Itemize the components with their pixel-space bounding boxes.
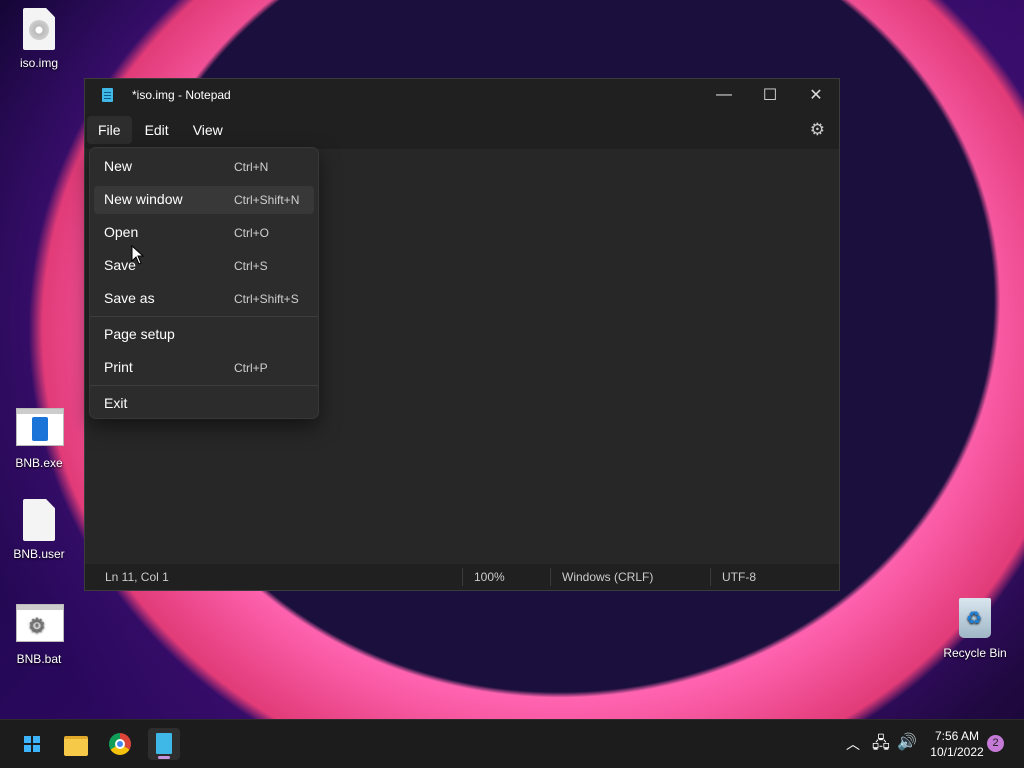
volume-icon[interactable]: 🔊 (897, 732, 917, 752)
menu-item-exit[interactable]: Exit (94, 390, 314, 418)
clock-time: 7:56 AM (934, 729, 980, 743)
menu-item-shortcut: Ctrl+P (234, 361, 268, 375)
desktop-icon-iso[interactable]: iso.img (1, 8, 77, 70)
desktop-icon-bnb-bat[interactable]: ⚙ BNB.bat (1, 600, 77, 666)
menu-item-shortcut: Ctrl+O (234, 226, 270, 240)
menu-item-shortcut: Ctrl+Shift+S (234, 292, 299, 306)
disc-image-icon (16, 8, 62, 52)
cursor-position: Ln 11, Col 1 (105, 570, 169, 584)
batch-file-icon: ⚙ (16, 604, 64, 648)
menu-item-shortcut: Ctrl+S (234, 259, 268, 273)
menu-item-save-as[interactable]: Save as Ctrl+Shift+S (94, 285, 314, 313)
network-icon[interactable]: 🖧 (872, 732, 890, 759)
settings-gear-icon[interactable]: ⚙ (810, 120, 825, 140)
line-ending: Windows (CRLF) (562, 570, 654, 584)
zoom-level: 100% (474, 570, 505, 584)
menu-item-label: New window (104, 191, 183, 207)
title-bar[interactable]: *iso.img - Notepad — ☐ ✕ (85, 79, 839, 111)
desktop-icon-label: iso.img (19, 56, 58, 70)
menu-item-shortcut: Ctrl+Shift+N (234, 193, 300, 207)
notepad-taskbar-button[interactable] (148, 728, 180, 760)
window-title: *iso.img - Notepad (132, 88, 231, 102)
menu-item-save[interactable]: Save Ctrl+S (94, 252, 314, 280)
menu-bar: File Edit View ⚙ (85, 111, 839, 149)
file-icon (16, 499, 62, 543)
menu-item-shortcut: Ctrl+N (234, 160, 269, 174)
menu-item-page-setup[interactable]: Page setup (94, 321, 314, 349)
close-button[interactable]: ✕ (793, 79, 839, 111)
desktop-icon-bnb-exe[interactable]: BNB.exe (1, 404, 77, 470)
file-explorer-button[interactable] (60, 728, 92, 760)
folder-icon (64, 736, 88, 756)
status-bar: Ln 11, Col 1 100% Windows (CRLF) UTF-8 (85, 564, 839, 590)
desktop-icon-label: Recycle Bin (943, 646, 1007, 660)
menu-view[interactable]: View (182, 116, 234, 144)
menu-item-label: New (104, 158, 133, 174)
menu-item-label: Print (104, 359, 133, 375)
minimize-button[interactable]: — (701, 79, 747, 111)
menu-item-open[interactable]: Open Ctrl+O (94, 219, 314, 247)
file-menu-dropdown: New Ctrl+N New window Ctrl+Shift+N Open … (89, 147, 319, 419)
encoding: UTF-8 (722, 570, 756, 584)
notification-badge[interactable]: 2 (987, 735, 1004, 752)
chrome-button[interactable] (104, 728, 136, 760)
desktop-icon-bnb-user[interactable]: BNB.user (1, 499, 77, 561)
menu-item-label: Open (104, 224, 139, 240)
menu-separator (90, 385, 318, 386)
desktop-icon-label: BNB.bat (16, 652, 62, 666)
windows-logo-icon (24, 736, 40, 752)
start-button[interactable] (16, 728, 48, 760)
menu-file[interactable]: File (87, 116, 132, 144)
desktop-icon-recycle-bin[interactable]: ♻ Recycle Bin (937, 598, 1013, 660)
mouse-cursor-icon (131, 245, 145, 265)
maximize-button[interactable]: ☐ (747, 79, 793, 111)
clock[interactable]: 7:56 AM 10/1/2022 (928, 729, 986, 759)
chrome-icon (109, 733, 131, 755)
desktop-icon-label: BNB.exe (15, 456, 63, 470)
clock-date: 10/1/2022 (930, 745, 984, 759)
notepad-icon (102, 88, 113, 102)
recycle-bin-icon: ♻ (952, 598, 998, 642)
menu-item-label: Page setup (104, 326, 175, 342)
taskbar: ︿ 🖧 🔊 7:56 AM 10/1/2022 2 (0, 719, 1024, 768)
menu-item-label: Save as (104, 290, 155, 306)
notepad-icon (156, 733, 172, 754)
desktop-icon-label: BNB.user (13, 547, 65, 561)
menu-edit[interactable]: Edit (134, 116, 180, 144)
menu-item-new-window[interactable]: New window Ctrl+Shift+N (94, 186, 314, 214)
menu-separator (90, 316, 318, 317)
executable-icon (16, 408, 64, 452)
menu-item-label: Exit (104, 395, 128, 411)
menu-item-print[interactable]: Print Ctrl+P (94, 354, 314, 382)
show-hidden-icons-chevron-icon[interactable]: ︿ (846, 734, 860, 754)
menu-item-new[interactable]: New Ctrl+N (94, 153, 314, 181)
